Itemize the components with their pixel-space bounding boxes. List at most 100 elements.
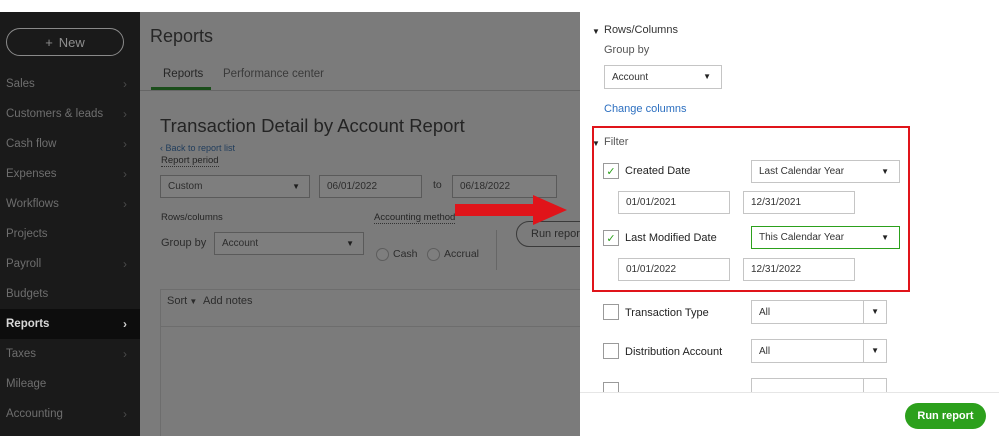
sidebar-item-label: Expenses (6, 168, 57, 180)
divider (496, 230, 497, 270)
customize-report-panel: ▼ Rows/Columns Group by Account ▼ Change … (580, 12, 999, 444)
distribution-account-select[interactable]: All ▼ (751, 339, 887, 363)
chevron-right-icon: › (123, 407, 127, 421)
last-modified-date-range-value: This Calendar Year (759, 232, 845, 243)
sidebar-item-label: Accounting (6, 408, 63, 420)
transaction-type-select[interactable]: All ▼ (751, 300, 887, 324)
group-by-label: Group by (604, 44, 650, 56)
caret-down-icon: ▼ (881, 233, 889, 242)
created-date-checkbox[interactable]: ✓ (603, 163, 619, 179)
back-link-label: Back to report list (165, 143, 236, 153)
sidebar-item-customers-leads[interactable]: Customers & leads › (0, 99, 140, 129)
plus-icon: + (45, 34, 53, 50)
created-date-range-value: Last Calendar Year (759, 166, 845, 177)
accrual-label: Accrual (444, 248, 480, 260)
sidebar-item-reports[interactable]: Reports › (0, 309, 140, 339)
group-by-select[interactable]: Account ▼ (214, 232, 364, 255)
created-date-range-select[interactable]: Last Calendar Year ▼ (751, 160, 900, 183)
red-arrow-annotation (455, 195, 567, 225)
rows-columns-label: Rows/columns (161, 212, 223, 223)
sidebar-item-payroll[interactable]: Payroll › (0, 249, 140, 279)
accounting-method-label: Accounting method (374, 212, 456, 224)
report-card (160, 289, 580, 436)
caret-down-icon: ▼ (871, 346, 879, 355)
sidebar-item-sales[interactable]: Sales › (0, 69, 140, 99)
cash-radio[interactable] (376, 248, 389, 261)
sidebar-item-cash-flow[interactable]: Cash flow › (0, 129, 140, 159)
chevron-right-icon: › (123, 167, 127, 181)
new-button[interactable]: + New (6, 28, 124, 56)
sidebar-item-expenses[interactable]: Expenses › (0, 159, 140, 189)
tab-reports[interactable]: Reports (163, 68, 203, 80)
add-notes-link[interactable]: Add notes (203, 295, 253, 307)
created-date-label: Created Date (625, 165, 691, 177)
page-title: Reports (150, 26, 214, 46)
sidebar-item-taxes[interactable]: Taxes › (0, 339, 140, 369)
chevron-right-icon: › (123, 137, 127, 151)
sidebar-item-workflows[interactable]: Workflows › (0, 189, 140, 219)
report-period-select[interactable]: Custom ▼ (160, 175, 310, 198)
sidebar-item-label: Projects (6, 228, 48, 240)
group-by-value: Account (612, 71, 649, 83)
sidebar-item-label: Sales (6, 78, 35, 90)
change-columns-link[interactable]: Change columns (604, 103, 687, 115)
sidebar-item-label: Workflows (6, 198, 59, 210)
sidebar-item-mileage[interactable]: Mileage (0, 369, 140, 399)
transaction-type-checkbox[interactable] (603, 304, 619, 320)
back-to-report-list-link[interactable]: ‹ Back to report list (160, 143, 235, 153)
caret-down-icon: ▼ (346, 239, 354, 248)
caret-down-icon[interactable]: ▼ (592, 139, 600, 148)
sidebar-item-budgets[interactable]: Budgets (0, 279, 140, 309)
sort-label: Sort (167, 295, 188, 307)
rows-columns-section-title[interactable]: Rows/Columns (604, 24, 678, 36)
chevron-right-icon: › (123, 347, 127, 361)
tabs-divider (140, 90, 580, 91)
chevron-right-icon: › (123, 257, 127, 271)
created-date-from-input[interactable]: 01/01/2021 (618, 191, 730, 214)
caret-down-icon[interactable]: ▼ (592, 27, 600, 36)
checkmark-icon: ✓ (606, 232, 616, 245)
caret-down-icon: ▼ (703, 72, 711, 81)
sidebar-item-label: Reports (6, 318, 50, 330)
sidebar-item-accounting[interactable]: Accounting › (0, 399, 140, 429)
sidebar-item-label: Taxes (6, 348, 37, 360)
checkmark-icon: ✓ (606, 165, 616, 178)
from-date-input[interactable]: 06/01/2022 (319, 175, 422, 198)
distribution-account-value: All (759, 346, 771, 357)
sidebar-item-label: Cash flow (6, 138, 57, 150)
chevron-right-icon: › (123, 77, 127, 91)
caret-down-icon: ▼ (871, 307, 879, 316)
report-period-label: Report period (161, 155, 219, 167)
transaction-type-label: Transaction Type (625, 307, 709, 319)
sidebar-item-projects[interactable]: Projects (0, 219, 140, 249)
group-by-label: Group by (161, 237, 207, 249)
new-button-label: New (58, 34, 85, 50)
accrual-radio[interactable] (427, 248, 440, 261)
chevron-right-icon: › (123, 317, 127, 331)
run-report-button[interactable]: Run report (905, 403, 986, 429)
group-by-select[interactable]: Account ▼ (604, 65, 722, 89)
tab-performance-center[interactable]: Performance center (223, 68, 324, 80)
divider (863, 340, 864, 362)
last-modified-date-range-select[interactable]: This Calendar Year ▼ (751, 226, 900, 249)
last-modified-date-to-input[interactable]: 12/31/2022 (743, 258, 855, 281)
filter-section-title[interactable]: Filter (604, 136, 628, 148)
caret-down-icon: ▼ (292, 182, 300, 191)
created-date-to-input[interactable]: 12/31/2021 (743, 191, 855, 214)
transaction-type-value: All (759, 307, 771, 318)
report-period-value: Custom (168, 181, 203, 192)
report-title: Transaction Detail by Account Report (160, 115, 465, 136)
last-modified-date-checkbox[interactable]: ✓ (603, 230, 619, 246)
last-modified-date-from-input[interactable]: 01/01/2022 (618, 258, 730, 281)
distribution-account-checkbox[interactable] (603, 343, 619, 359)
sort-dropdown[interactable]: Sort ▼ (167, 295, 197, 307)
cash-label: Cash (393, 248, 418, 260)
sidebar-item-label: Payroll (6, 258, 42, 270)
caret-down-icon: ▼ (881, 167, 889, 176)
chevron-right-icon: › (123, 107, 127, 121)
chevron-right-icon: › (123, 197, 127, 211)
to-label: to (433, 179, 442, 191)
sidebar: + New Sales › Customers & leads › Cash flo… (0, 12, 140, 436)
app-root: + New Sales › Customers & leads › Cash flo… (0, 0, 999, 444)
divider (863, 301, 864, 323)
